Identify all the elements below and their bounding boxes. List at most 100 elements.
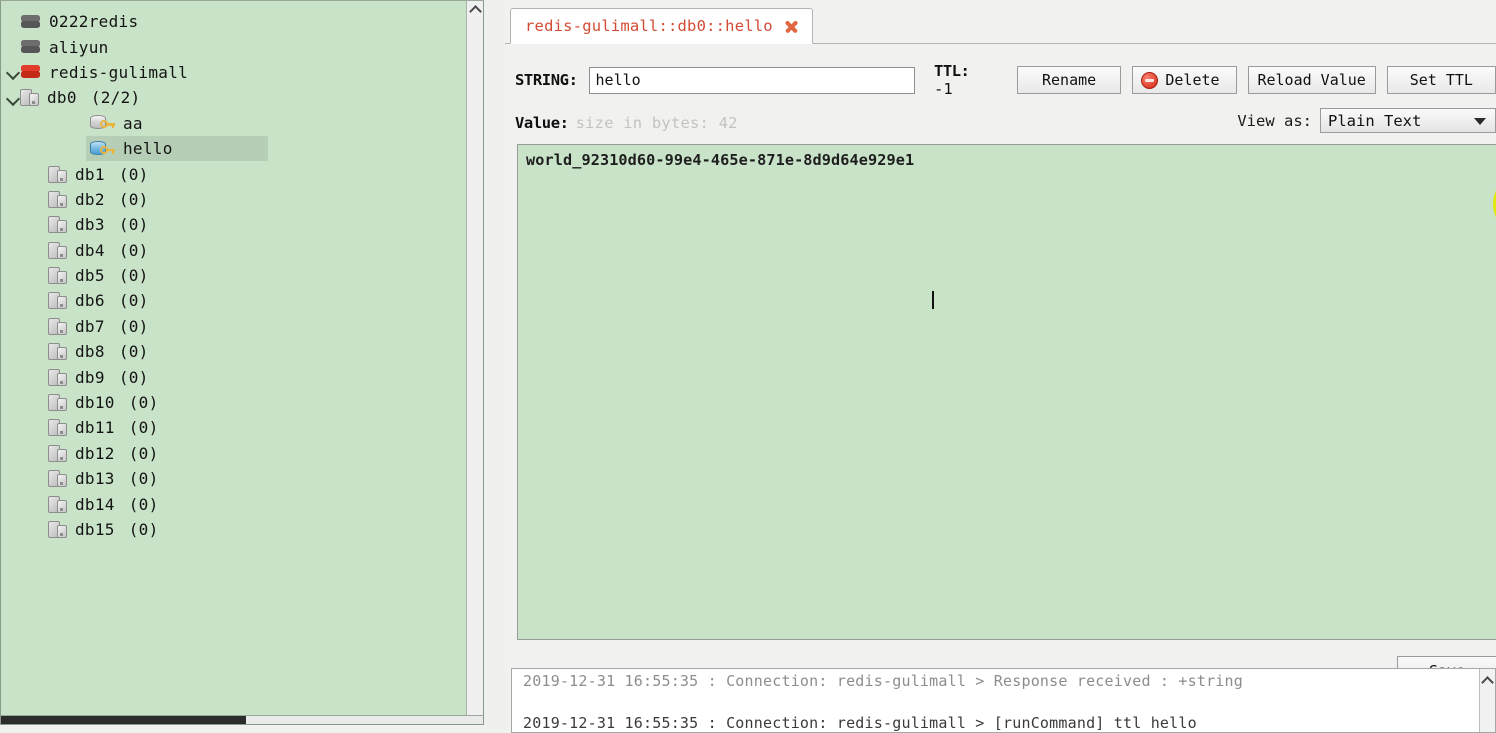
- tree-item-label: db9: [75, 367, 105, 387]
- tree-item-label: db12: [75, 443, 115, 463]
- tree-item-db2[interactable]: db2 (0): [1, 187, 483, 212]
- tree-item-count: (0): [128, 520, 159, 539]
- value-text-editor[interactable]: world_92310d60-99e4-465e-871e-8d9d64e929…: [517, 144, 1496, 640]
- tab-strip: redis-gulimall::db0::hello: [505, 8, 1496, 44]
- log-scroll-up-arrow-icon[interactable]: [1480, 673, 1495, 689]
- tree-item-db5[interactable]: db5 (0): [1, 263, 483, 288]
- tree-item-db6[interactable]: db6 (0): [1, 288, 483, 313]
- tree-item-count: (0): [118, 215, 149, 235]
- tree-item-0222redis[interactable]: 0222redis: [1, 9, 483, 34]
- tree-item-label: db11: [75, 418, 115, 438]
- chevron-down-icon[interactable]: [6, 65, 20, 79]
- log-line: 2019-12-31 16:55:35 : Connection: redis-…: [523, 672, 1243, 690]
- tree-item-label: db0: [47, 88, 77, 108]
- tab-redis-gulimall-db0-hello[interactable]: redis-gulimall::db0::hello: [510, 8, 813, 44]
- tree-item-aliyun[interactable]: aliyun: [1, 34, 483, 59]
- scroll-up-arrow-icon[interactable]: [467, 1, 483, 18]
- tree-item-count: (0): [118, 189, 149, 209]
- tree-item-db0[interactable]: db0 (2/2): [1, 85, 483, 110]
- tree-item-aa[interactable]: aa: [1, 111, 483, 136]
- key-editor-panel: redis-gulimall::db0::hello STRING: TTL: …: [505, 0, 1496, 733]
- database-icon: [48, 444, 68, 463]
- panel-splitter[interactable]: [484, 0, 505, 733]
- tree-item-count: (0): [128, 494, 159, 514]
- tree-item-label: db14: [75, 494, 115, 514]
- delete-button[interactable]: Delete: [1132, 66, 1237, 94]
- database-icon: [48, 495, 68, 514]
- view-as-selected-value: Plain Text: [1328, 111, 1422, 130]
- tree-vertical-scrollbar[interactable]: [466, 1, 483, 724]
- tree-item-db4[interactable]: db4 (0): [1, 238, 483, 263]
- tree-item-count: (2/2): [90, 88, 141, 108]
- tree-item-db3[interactable]: db3 (0): [1, 212, 483, 237]
- view-as-select[interactable]: Plain Text: [1320, 108, 1496, 133]
- tree-item-hello[interactable]: hello: [1, 135, 483, 162]
- reload-value-button[interactable]: Reload Value: [1247, 66, 1376, 94]
- tree-item-db12[interactable]: db12 (0): [1, 441, 483, 466]
- tree-item-db8[interactable]: db8 (0): [1, 339, 483, 364]
- tree-item-label: db6: [75, 291, 105, 311]
- value-label: Value:: [515, 114, 569, 132]
- tree-item-label: db4: [75, 240, 105, 260]
- server-icon-red: [20, 63, 42, 81]
- set-ttl-button[interactable]: Set TTL: [1386, 66, 1496, 94]
- tree-item-label: db8: [75, 342, 105, 362]
- tree-item-label: db15: [75, 520, 115, 539]
- tree-item-label: db2: [75, 189, 105, 209]
- tree-item-count: (0): [118, 367, 149, 387]
- connection-tree[interactable]: 0222redis aliyun redis-gulimall db0 (2/2) aa h…: [1, 1, 483, 542]
- database-icon: [48, 418, 68, 437]
- tree-item-db13[interactable]: db13 (0): [1, 466, 483, 491]
- tree-item-db15[interactable]: db15 (0): [1, 517, 483, 542]
- rename-button[interactable]: Rename: [1016, 66, 1122, 94]
- tree-item-db9[interactable]: db9 (0): [1, 364, 483, 389]
- chevron-down-icon[interactable]: [6, 91, 20, 105]
- server-icon-grey: [20, 38, 42, 56]
- key-icon-blue: [90, 139, 116, 159]
- ttl-value: -1: [934, 80, 953, 98]
- tree-item-db14[interactable]: db14 (0): [1, 491, 483, 516]
- log-vertical-scrollbar[interactable]: [1479, 669, 1495, 732]
- key-name-input[interactable]: [588, 66, 916, 94]
- value-header-row: Value: size in bytes: 42 View as: Plain …: [515, 108, 1496, 138]
- tree-item-count: (0): [118, 164, 149, 184]
- key-header-row: STRING: TTL: -1 Rename Delete Reload Val…: [515, 62, 1496, 98]
- database-icon: [48, 241, 68, 260]
- tree-item-db1[interactable]: db1 (0): [1, 161, 483, 186]
- tree-item-label: redis-gulimall: [49, 62, 189, 82]
- database-icon: [48, 469, 68, 488]
- value-text-content: world_92310d60-99e4-465e-871e-8d9d64e929…: [526, 151, 915, 169]
- key-icon-grey: [90, 113, 116, 133]
- tree-item-count: (0): [118, 240, 149, 260]
- tree-item-db7[interactable]: db7 (0): [1, 314, 483, 339]
- console-log-panel[interactable]: 2019-12-31 16:55:35 : Connection: redis-…: [511, 668, 1496, 733]
- tree-horizontal-scrollbar[interactable]: [1, 715, 483, 724]
- tree-item-label: db3: [75, 215, 105, 235]
- close-icon[interactable]: [783, 18, 800, 35]
- connection-tree-panel: 0222redis aliyun redis-gulimall db0 (2/2) aa h…: [0, 0, 484, 725]
- tree-item-redis-gulimall[interactable]: redis-gulimall: [1, 60, 483, 85]
- view-as-label: View as:: [1237, 111, 1312, 130]
- tree-item-db11[interactable]: db11 (0): [1, 415, 483, 440]
- database-icon: [48, 342, 68, 361]
- tree-horizontal-scroll-thumb[interactable]: [1, 716, 246, 724]
- tree-item-label: db13: [75, 469, 115, 489]
- tree-item-count: (0): [118, 291, 149, 311]
- tree-item-count: (0): [118, 316, 149, 336]
- database-icon: [48, 165, 68, 184]
- tree-item-db10[interactable]: db10 (0): [1, 390, 483, 415]
